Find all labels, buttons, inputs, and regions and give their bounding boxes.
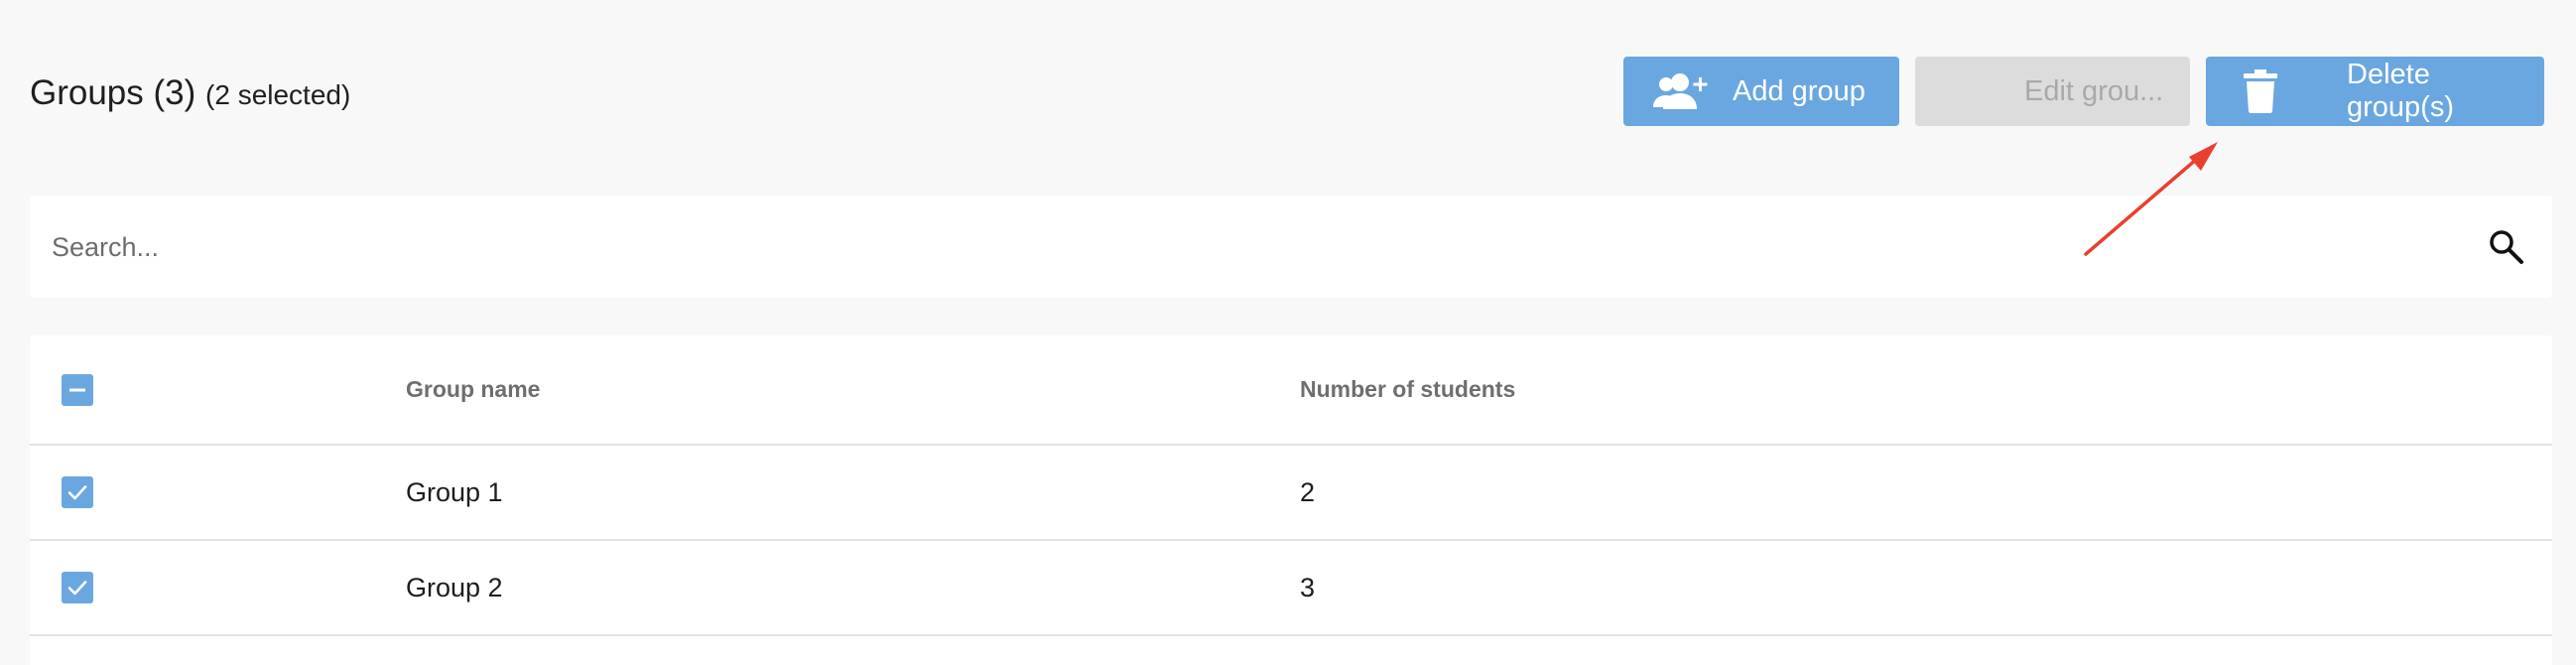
column-header-number-of-students[interactable]: Number of students (1300, 335, 1515, 444)
row-checkbox-cell (62, 541, 93, 634)
annotation-arrow-icon (2084, 142, 2218, 256)
row-checkbox[interactable] (62, 476, 93, 508)
table-row[interactable]: Group 2 3 (30, 541, 2552, 636)
page-title: Groups (3) (2 selected) (30, 73, 350, 113)
search-icon[interactable] (2488, 228, 2525, 266)
column-header-group-name[interactable]: Group name (406, 335, 540, 444)
trash-icon (2244, 69, 2277, 113)
edit-group-button[interactable]: Edit grou... (1915, 57, 2190, 126)
groups-table: Group name Number of students Group 1 2 (30, 335, 2552, 665)
page-title-text: Groups (3) (30, 73, 196, 112)
checkmark-icon (67, 485, 87, 500)
add-person-icon (1653, 71, 1709, 111)
group-name-cell: Group 1 (406, 476, 503, 507)
row-checkbox-cell (62, 446, 93, 539)
table-row[interactable]: Group 1 2 (30, 446, 2552, 541)
group-name-cell: Group 2 (406, 572, 503, 602)
edit-group-label: Edit grou... (2024, 74, 2164, 107)
selection-count: (2 selected) (205, 79, 351, 110)
checkmark-icon (67, 581, 87, 596)
delete-groups-button[interactable]: Delete group(s) (2206, 57, 2544, 126)
select-all-checkbox[interactable] (62, 373, 93, 406)
add-group-button[interactable]: Add group (1623, 57, 1899, 126)
student-count-cell: 2 (1300, 476, 1316, 507)
student-count-cell: 3 (1300, 572, 1316, 602)
table-header-row: Group name Number of students (30, 335, 2552, 446)
delete-groups-label: Delete group(s) (2347, 59, 2454, 123)
add-group-label: Add group (1733, 74, 1866, 107)
select-all-cell (62, 335, 93, 444)
indeterminate-icon (69, 388, 85, 391)
row-checkbox[interactable] (62, 572, 93, 603)
groups-page: Groups (3) (2 selected) Add group Edit g… (0, 0, 2576, 665)
